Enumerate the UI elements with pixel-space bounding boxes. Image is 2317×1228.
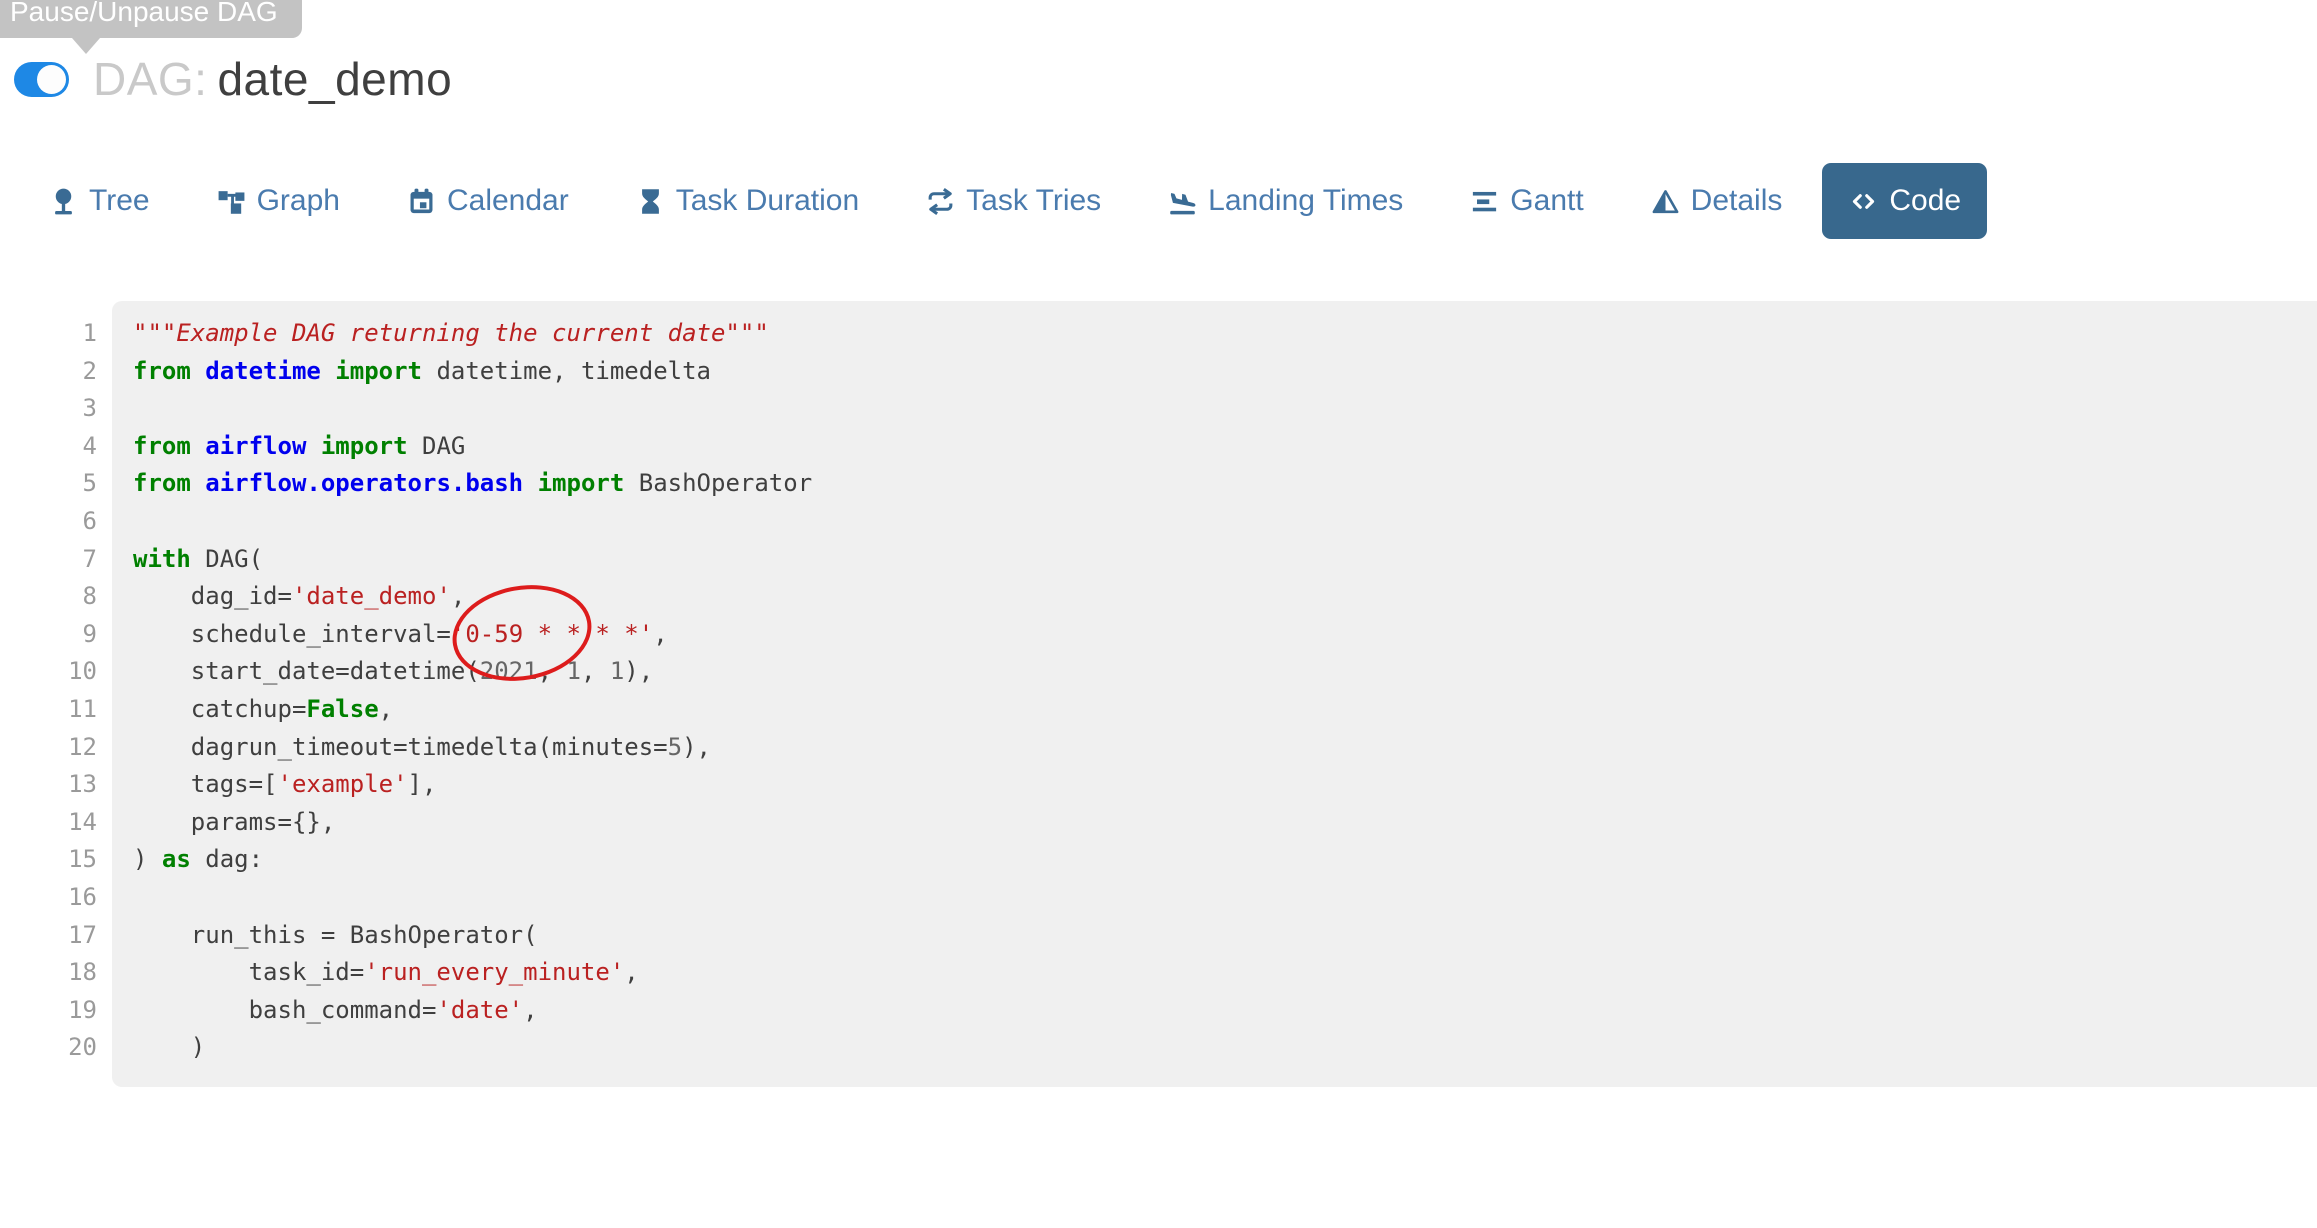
- line-number: 10: [0, 653, 97, 691]
- triangle-icon: [1650, 186, 1681, 217]
- tab-label: Details: [1691, 184, 1783, 218]
- toggle-knob: [37, 65, 66, 94]
- code-line-6: [133, 503, 2293, 541]
- pause-toggle-tooltip: Pause/Unpause DAG: [0, 0, 302, 38]
- dag-label: DAG:: [93, 53, 207, 105]
- tab-label: Tree: [89, 184, 150, 218]
- view-tabs: Tree Graph Calendar Task Duration Task Tries…: [48, 158, 2317, 244]
- line-number: 8: [0, 578, 97, 616]
- tab-task-duration[interactable]: Task Duration: [635, 184, 859, 218]
- code-line-2: from datetime import datetime, timedelta: [133, 353, 2293, 391]
- code-line-11: catchup=False,: [133, 691, 2293, 729]
- code-line-1: """Example DAG returning the current dat…: [133, 315, 2293, 353]
- code-line-15: ) as dag:: [133, 841, 2293, 879]
- line-number: 12: [0, 729, 97, 767]
- line-number: 18: [0, 954, 97, 992]
- tab-gantt[interactable]: Gantt: [1469, 184, 1583, 218]
- page-title: DAG:date_demo: [93, 52, 452, 106]
- plane-landing-icon: [1167, 186, 1198, 217]
- tab-tree[interactable]: Tree: [48, 184, 150, 218]
- tab-label: Graph: [257, 184, 340, 218]
- code-line-7: with DAG(: [133, 541, 2293, 579]
- code-line-13: tags=['example'],: [133, 766, 2293, 804]
- line-number: 5: [0, 465, 97, 503]
- code-pane: """Example DAG returning the current dat…: [112, 301, 2317, 1087]
- repeat-icon: [925, 186, 956, 217]
- tab-label: Landing Times: [1208, 184, 1403, 218]
- dag-header: DAG:date_demo: [14, 52, 452, 106]
- code-line-19: bash_command='date',: [133, 992, 2293, 1030]
- tab-code[interactable]: Code: [1822, 163, 1987, 239]
- line-number: 2: [0, 353, 97, 391]
- line-number: 19: [0, 992, 97, 1030]
- code-line-5: from airflow.operators.bash import BashO…: [133, 465, 2293, 503]
- tab-label: Gantt: [1510, 184, 1583, 218]
- line-number: 4: [0, 428, 97, 466]
- hourglass-icon: [635, 186, 666, 217]
- gantt-bars-icon: [1469, 186, 1500, 217]
- line-number: 13: [0, 766, 97, 804]
- code-line-4: from airflow import DAG: [133, 428, 2293, 466]
- tab-calendar[interactable]: Calendar: [406, 184, 569, 218]
- code-line-14: params={},: [133, 804, 2293, 842]
- dag-code-block: 1234567891011121314151617181920 """Examp…: [0, 301, 2317, 1087]
- code-line-16: [133, 879, 2293, 917]
- line-number: 7: [0, 541, 97, 579]
- tab-task-tries[interactable]: Task Tries: [925, 184, 1101, 218]
- tab-label: Task Tries: [966, 184, 1101, 218]
- dag-name: date_demo: [217, 53, 452, 105]
- code-line-18: task_id='run_every_minute',: [133, 954, 2293, 992]
- code-line-8: dag_id='date_demo',: [133, 578, 2293, 616]
- dag-pause-toggle[interactable]: [14, 62, 69, 97]
- tab-details[interactable]: Details: [1650, 184, 1783, 218]
- line-number: 3: [0, 390, 97, 428]
- map-pin-icon: [48, 186, 79, 217]
- line-number: 20: [0, 1029, 97, 1067]
- line-number: 15: [0, 841, 97, 879]
- line-number: 11: [0, 691, 97, 729]
- tab-label: Task Duration: [676, 184, 859, 218]
- tooltip-text: Pause/Unpause DAG: [10, 0, 278, 27]
- line-number-gutter: 1234567891011121314151617181920: [0, 301, 97, 1067]
- code-line-20: ): [133, 1029, 2293, 1067]
- line-number: 14: [0, 804, 97, 842]
- line-number: 16: [0, 879, 97, 917]
- code-line-3: [133, 390, 2293, 428]
- line-number: 1: [0, 315, 97, 353]
- code-icon: [1848, 186, 1879, 217]
- line-number: 9: [0, 616, 97, 654]
- code-line-9: schedule_interval='0-59 * * * *',: [133, 616, 2293, 654]
- line-number: 6: [0, 503, 97, 541]
- tab-label: Code: [1889, 184, 1961, 218]
- line-number: 17: [0, 917, 97, 955]
- tooltip-arrow: [72, 38, 100, 54]
- code-line-17: run_this = BashOperator(: [133, 917, 2293, 955]
- code-line-12: dagrun_timeout=timedelta(minutes=5),: [133, 729, 2293, 767]
- code-line-10: start_date=datetime(2021, 1, 1),: [133, 653, 2293, 691]
- tab-label: Calendar: [447, 184, 569, 218]
- graph-icon: [216, 186, 247, 217]
- tab-landing-times[interactable]: Landing Times: [1167, 184, 1403, 218]
- tab-graph[interactable]: Graph: [216, 184, 340, 218]
- calendar-icon: [406, 186, 437, 217]
